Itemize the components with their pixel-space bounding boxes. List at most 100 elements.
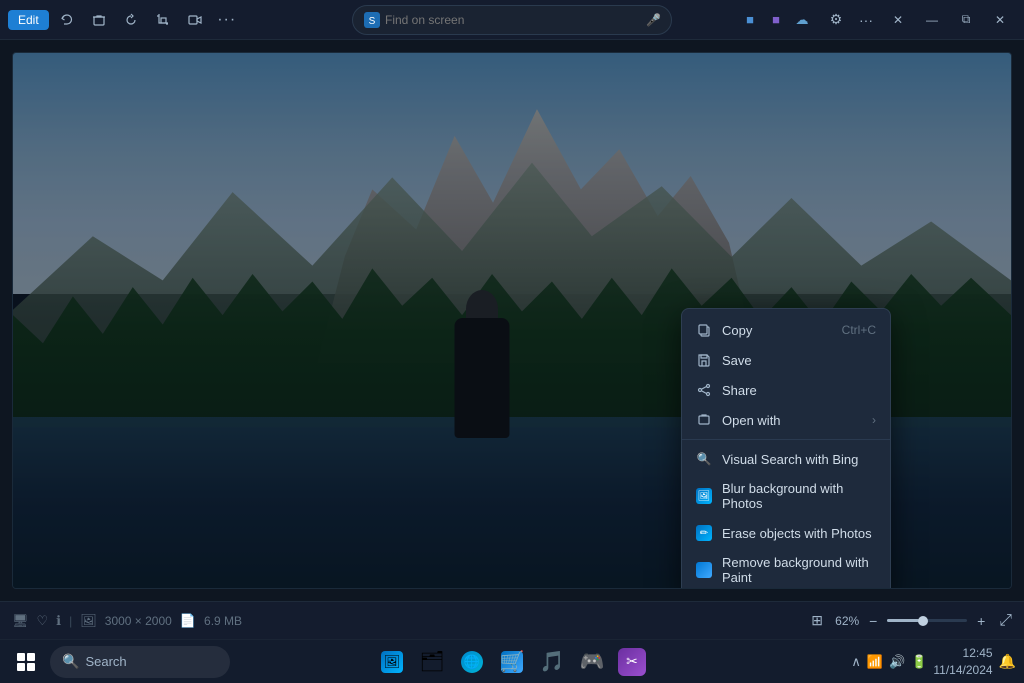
zoom-out-button[interactable]: − (863, 611, 883, 631)
taskbar-app-media[interactable]: 🎵 (534, 644, 570, 680)
save-icon (696, 352, 712, 368)
bing-search-icon: 🔍 (696, 451, 712, 467)
date: 11/14/2024 (933, 662, 992, 679)
file-size: 6.9 MB (204, 614, 242, 628)
menu-item-blur-bg[interactable]: 🖼 Blur background with Photos (682, 474, 890, 518)
app-icon-1: ■ (740, 10, 760, 30)
open-with-label: Open with (722, 413, 862, 428)
heart-icon: ♡ (37, 613, 49, 629)
zoom-level: 62% (835, 614, 859, 628)
copy-shortcut: Ctrl+C (842, 323, 876, 337)
person-body (455, 318, 510, 438)
photos-blur-icon: 🖼 (696, 488, 712, 504)
taskbar-center: 🖼 🗂 🌐 🛒 🎵 🎮 ✂ (374, 644, 650, 680)
mic-icon: 🎤 (646, 13, 661, 27)
share-label: Share (722, 383, 876, 398)
menu-item-share[interactable]: Share (682, 375, 890, 405)
svg-text:S: S (369, 16, 376, 27)
taskbar-app-edge[interactable]: 🌐 (454, 644, 490, 680)
app-icon-2: ■ (766, 10, 786, 30)
browser-close-button[interactable]: ✕ (882, 6, 914, 34)
zoom-slider-fill (887, 619, 919, 622)
copy-label: Copy (722, 323, 832, 338)
volume-icon: 🔊 (889, 654, 905, 670)
menu-item-erase-obj[interactable]: ✏ Erase objects with Photos (682, 518, 890, 548)
taskbar: 🔍 Search 🖼 🗂 🌐 🛒 🎵 🎮 (0, 639, 1024, 683)
context-menu: Copy Ctrl+C Save Share (681, 308, 891, 589)
taskbar-left: 🔍 Search (8, 644, 230, 680)
explorer-icon: 🗂 (420, 650, 444, 674)
remove-bg-label: Remove background with Paint (722, 555, 876, 585)
open-with-icon (696, 412, 712, 428)
menu-item-visual-search[interactable]: 🔍 Visual Search with Bing (682, 444, 890, 474)
taskbar-right: ∧ 📶 🔊 🔋 12:45 11/14/2024 🔔 (851, 645, 1016, 679)
zoom-slider-track[interactable] (887, 619, 967, 622)
notification-icon[interactable]: 🔔 (999, 653, 1016, 670)
status-left: 🖥 ♡ ℹ | 🖼 3000 × 2000 📄 6.9 MB (12, 613, 242, 629)
snip-icon: ✂ (618, 648, 646, 676)
rotate-button[interactable] (117, 6, 145, 34)
menu-item-copy[interactable]: Copy Ctrl+C (682, 315, 890, 345)
video-button[interactable] (181, 6, 209, 34)
minimize-button[interactable]: — (916, 6, 948, 34)
media-player-icon: 🎵 (540, 650, 564, 674)
status-right: ⊞ 62% − + ⤢ (807, 611, 1012, 631)
restore-button[interactable]: ⧉ (950, 6, 982, 34)
blur-bg-label: Blur background with Photos (722, 481, 876, 511)
more-button[interactable]: ··· (213, 6, 241, 34)
save-label: Save (722, 353, 876, 368)
title-bar: Edit ··· S (0, 0, 1024, 40)
visual-search-label: Visual Search with Bing (722, 452, 876, 467)
zoom-in-button[interactable]: + (971, 611, 991, 631)
title-bar-right: ■ ■ ☁ ⚙ ··· ✕ — ⧉ ✕ (740, 6, 1016, 34)
crop-button[interactable] (149, 6, 177, 34)
taskbar-search[interactable]: 🔍 Search (50, 646, 230, 678)
edge-icon: 🌐 (461, 651, 483, 673)
search-label: Search (85, 654, 126, 669)
taskbar-app-explorer[interactable]: 🗂 (414, 644, 450, 680)
image-dimensions: 3000 × 2000 (105, 614, 172, 628)
file-icon: 📄 (180, 613, 196, 629)
taskbar-app-snip[interactable]: ✂ (614, 644, 650, 680)
tray-up-arrow[interactable]: ∧ (851, 654, 861, 670)
taskbar-app-photos[interactable]: 🖼 (374, 644, 410, 680)
system-tray: ∧ 📶 🔊 🔋 (851, 654, 927, 670)
menu-separator-1 (682, 439, 890, 440)
edit-button[interactable]: Edit (8, 10, 49, 30)
network-icon: 📶 (867, 654, 883, 670)
zoom-control: 62% − + (835, 611, 991, 631)
zoom-slider-thumb (918, 616, 928, 626)
browser-search-bar[interactable]: S 🎤 (352, 5, 672, 35)
undo-button[interactable] (53, 6, 81, 34)
image-container: Copy Ctrl+C Save Share (12, 52, 1012, 589)
menu-item-save[interactable]: Save (682, 345, 890, 375)
menu-item-remove-bg[interactable]: Remove background with Paint (682, 548, 890, 589)
settings-button[interactable]: ⚙ (822, 6, 850, 34)
paint-icon (696, 562, 712, 578)
browser-extra-buttons: ⚙ ··· ✕ (822, 6, 914, 34)
search-icon: 🔍 (62, 653, 79, 670)
fullscreen-button[interactable]: ⤢ (999, 612, 1012, 630)
person-silhouette (442, 278, 522, 438)
status-separator: | (69, 614, 72, 628)
windows-logo (17, 653, 35, 671)
copy-icon (696, 322, 712, 338)
photos-taskbar-icon: 🖼 (381, 651, 403, 673)
fit-screen-button[interactable]: ⊞ (807, 611, 827, 631)
app-icon-3: ☁ (792, 10, 812, 30)
taskbar-app-store[interactable]: 🛒 (494, 644, 530, 680)
share-icon (696, 382, 712, 398)
taskbar-app-xbox[interactable]: 🎮 (574, 644, 610, 680)
delete-button[interactable] (85, 6, 113, 34)
start-button[interactable] (8, 644, 44, 680)
menu-item-open-with[interactable]: Open with › (682, 405, 890, 435)
status-bar: 🖥 ♡ ℹ | 🖼 3000 × 2000 📄 6.9 MB ⊞ 62% − +… (0, 601, 1024, 639)
close-button[interactable]: ✕ (984, 6, 1016, 34)
search-input[interactable] (385, 13, 642, 27)
browser-more-button[interactable]: ··· (852, 6, 880, 34)
battery-icon: 🔋 (911, 654, 927, 670)
time-display[interactable]: 12:45 11/14/2024 (933, 645, 992, 679)
info-icon: ℹ (56, 613, 61, 629)
store-icon: 🛒 (501, 651, 523, 673)
photos-erase-icon: ✏ (696, 525, 712, 541)
